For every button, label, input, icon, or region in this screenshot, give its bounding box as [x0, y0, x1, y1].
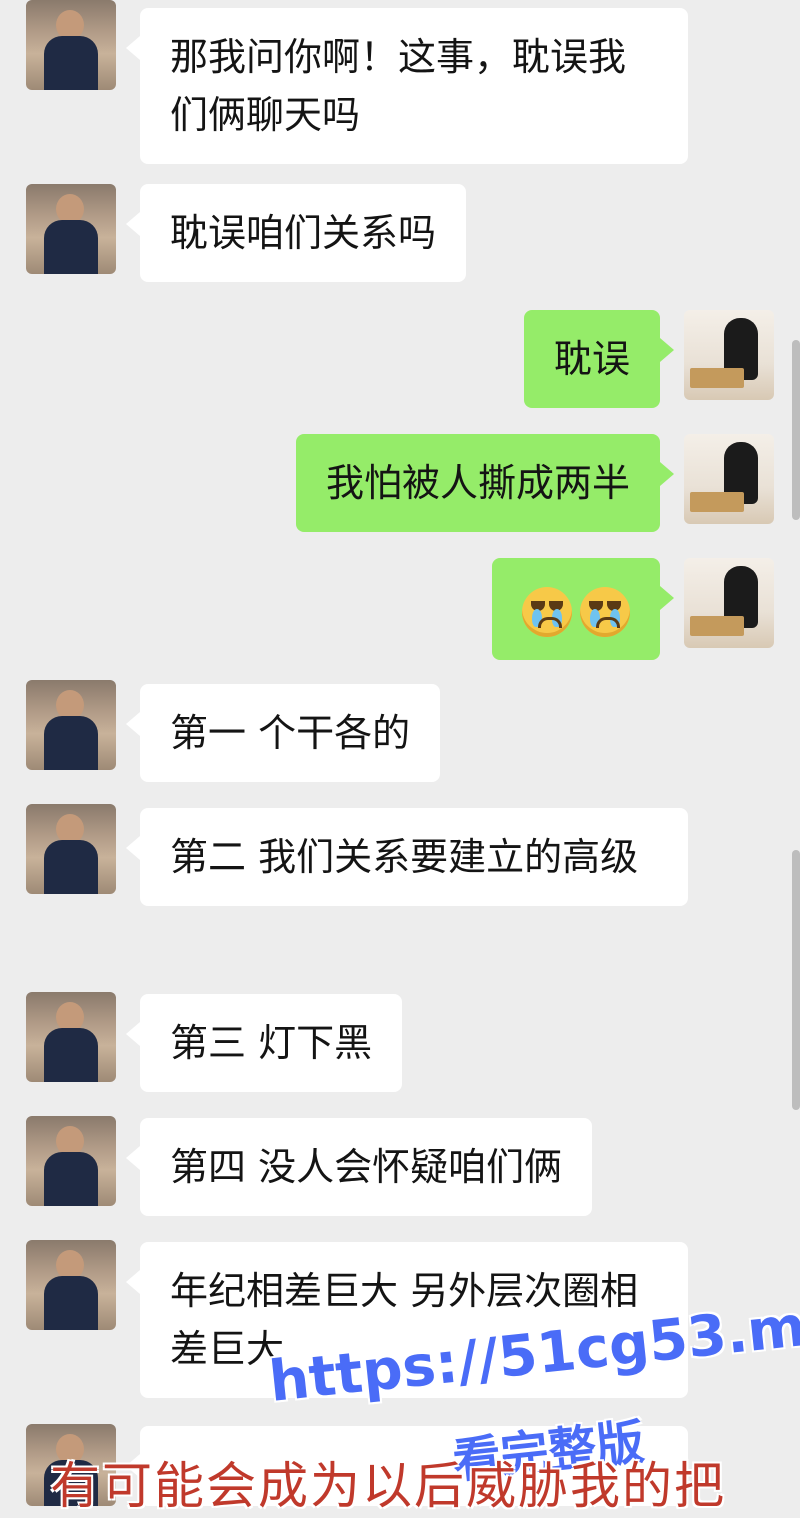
chat-view: 那我问你啊！这事，耽误我们俩聊天吗 耽误咱们关系吗 耽误 我怕被人撕成两半 第一…: [0, 0, 800, 1506]
message-bubble[interactable]: 第四 没人会怀疑咱们俩: [125, 1118, 593, 1216]
scrollbar[interactable]: [792, 850, 800, 1110]
message-bubble[interactable]: 耽误咱们关系吗: [125, 184, 467, 282]
contact-avatar[interactable]: [26, 804, 116, 894]
message-bubble[interactable]: 第三 灯下黑: [125, 994, 403, 1092]
message-bubble[interactable]: 第二 我们关系要建立的高级: [126, 808, 688, 906]
contact-avatar[interactable]: [26, 1116, 116, 1206]
message-bubble[interactable]: 第一 个干各的: [125, 684, 441, 782]
message-bubble[interactable]: 我怕被人撕成两半: [295, 434, 675, 532]
contact-avatar[interactable]: [26, 992, 116, 1082]
message-bubble[interactable]: 那我问你啊！这事，耽误我们俩聊天吗: [126, 8, 688, 164]
contact-avatar[interactable]: [26, 0, 116, 90]
self-avatar[interactable]: [684, 310, 774, 400]
self-avatar[interactable]: [684, 434, 774, 524]
scrollbar[interactable]: [792, 340, 800, 520]
message-bubble[interactable]: 耽误: [523, 310, 675, 408]
crying-face-icon: [522, 586, 572, 637]
contact-avatar[interactable]: [26, 184, 116, 274]
video-caption: 有可能会成为以后威胁我的把: [50, 1457, 726, 1515]
contact-avatar[interactable]: [26, 680, 116, 770]
emoji-message-bubble[interactable]: [492, 558, 674, 660]
self-avatar[interactable]: [684, 558, 774, 648]
crying-face-icon: [580, 586, 630, 637]
contact-avatar[interactable]: [26, 1240, 116, 1330]
